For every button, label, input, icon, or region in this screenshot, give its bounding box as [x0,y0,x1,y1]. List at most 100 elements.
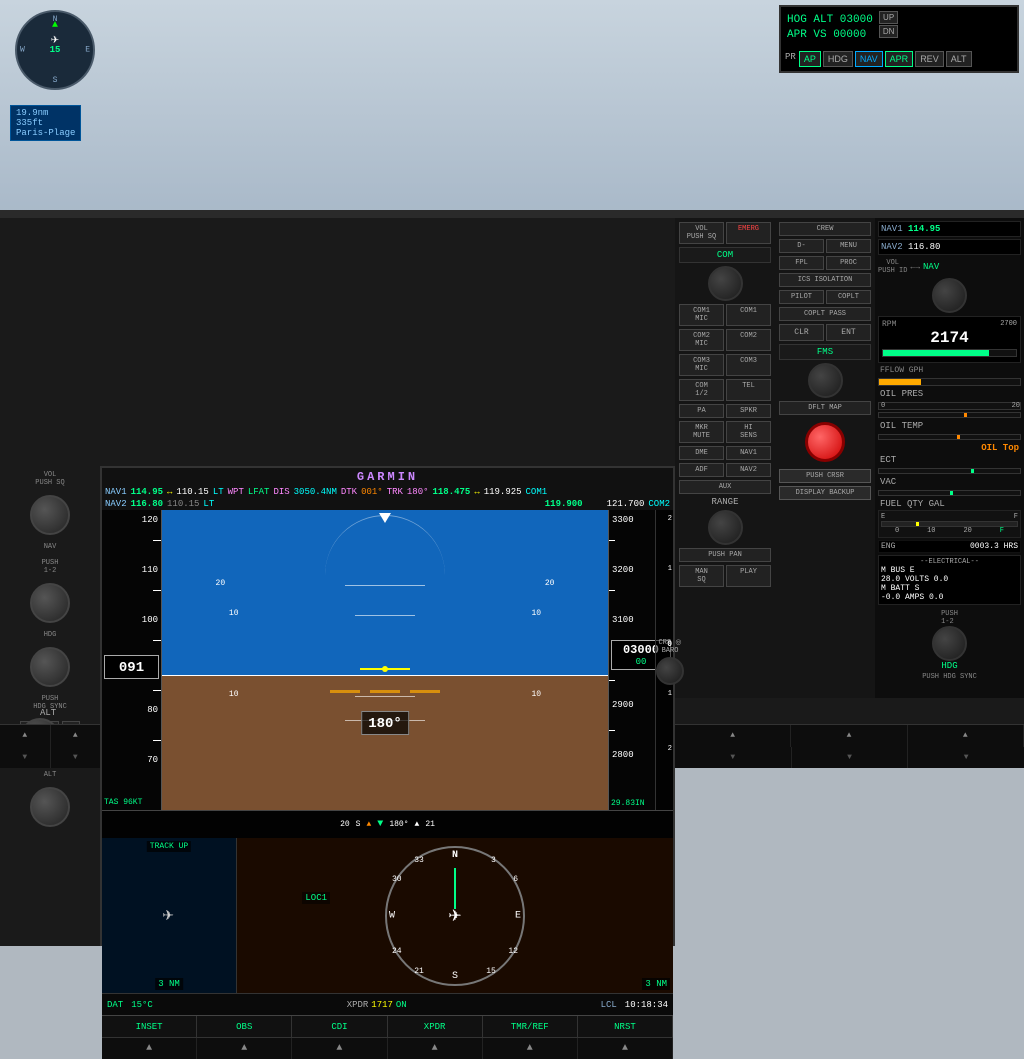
bl-softkey2[interactable]: ▲ [51,725,101,747]
rpm-bar-fill [883,350,989,356]
arrow-btn-4[interactable]: ▲ [388,1038,483,1059]
ect-row: ECT [878,454,1021,466]
compass-plane-icon: ✈ [51,35,59,47]
br-arrow3[interactable]: ▼ [908,747,1024,769]
dme-btn[interactable]: DME [679,446,724,460]
right-hdg-knob[interactable] [932,626,967,661]
horizon-line [162,675,608,676]
spkr-btn[interactable]: SPKR [726,404,771,418]
bl-arrow1[interactable]: ▼ [0,747,51,769]
vac-row: VAC [878,476,1021,488]
dflt-map-btn[interactable]: DFLT MAP [779,401,871,415]
clr-btn[interactable]: CLR [779,324,824,341]
br-arrow2[interactable]: ▼ [792,747,909,769]
speed-tape: 120 110 100 091 80 70 TAS 96KT [102,510,162,810]
arrow-btn-3[interactable]: ▲ [292,1038,387,1059]
speed-current-val: 091 [119,660,144,676]
left-hdg-knob[interactable] [30,647,70,687]
range-knob[interactable] [708,510,743,545]
com3-mic-btn[interactable]: COM3MIC [679,354,724,376]
ap-up-button[interactable]: UP [879,11,899,24]
com1-mic-btn[interactable]: COM1MIC [679,304,724,326]
hi-sens-btn[interactable]: HISENS [726,421,771,443]
br-softkey1[interactable]: ▲ [675,725,791,747]
com-vol-knob[interactable] [708,266,743,301]
menu-btn[interactable]: MENU [826,239,871,253]
com3-btn[interactable]: COM3 [726,354,771,376]
softkey-cdi[interactable]: CDI [292,1016,387,1037]
ap-dn-button[interactable]: DN [879,25,899,38]
m-bus-num: 28.0 VOLTS 0.0 [881,575,1018,584]
speed-tick3 [153,640,161,641]
left-nav-knob[interactable] [30,583,70,623]
com1-btn[interactable]: COM1 [726,304,771,326]
play-btn[interactable]: PLAY [726,565,771,587]
fpl-btn[interactable]: FPL [779,256,824,270]
softkey-obs[interactable]: OBS [197,1016,292,1037]
com2-mic-btn[interactable]: COM2MIC [679,329,724,351]
left-alt-knob[interactable] [30,787,70,827]
mkr-mute-btn[interactable]: MKRMUTE [679,421,724,443]
softkey-xpdr[interactable]: XPDR [388,1016,483,1037]
nav2-btn-cc[interactable]: NAV2 [726,463,771,477]
bl-arrow2[interactable]: ▼ [51,747,101,769]
nav1-arrow: ↔ [167,487,172,497]
wpt-label: WPT [228,487,244,497]
red-emergency-button[interactable] [805,422,845,462]
nav1-lt: LT [213,487,224,497]
rpm-val: 2174 [882,329,1017,347]
ap-btn-apr[interactable]: APR [885,51,914,67]
arrow-btn-5[interactable]: ▲ [483,1038,578,1059]
wpt-val: LFAT [248,487,270,497]
d-btn[interactable]: D- [779,239,824,253]
rpm-header: RPM 2700 [882,320,1017,329]
crew-label: CREW [779,222,871,236]
aux-btn[interactable]: AUX [679,480,771,494]
ap-btn-hdg[interactable]: HDG [823,51,853,67]
crs-knob[interactable] [656,657,684,685]
right-vol-knob[interactable] [932,278,967,313]
ent-btn[interactable]: ENT [826,324,871,341]
br-arrow1[interactable]: ▼ [675,747,792,769]
arrow-btn-2[interactable]: ▲ [197,1038,292,1059]
ap-btn-rev[interactable]: REV [915,51,944,67]
right-vol-nav-row: VOLPUSH ID ←→ NAV [878,259,1021,275]
man-sq-btn[interactable]: MANSQ [679,565,724,587]
arrow-btn-1[interactable]: ▲ [102,1038,197,1059]
arrow-btn-6[interactable]: ▲ [578,1038,673,1059]
pa-btn[interactable]: PA [679,404,724,418]
vs-2up: 2 [668,515,672,523]
hdg-tick-l2: 20 [340,820,350,829]
softkey-inset[interactable]: INSET [102,1016,197,1037]
fuel-f-label: F [1014,513,1018,521]
right-vol-label: VOLPUSH ID [878,259,907,275]
electrical-box: --ELECTRICAL-- M BUS E 28.0 VOLTS 0.0 M … [878,555,1021,605]
proc-btn[interactable]: PROC [826,256,871,270]
ap-btn-nav[interactable]: NAV [855,51,883,67]
com2-btn[interactable]: COM2 [726,329,771,351]
coplt-label: COPLT [826,290,871,304]
pitch-line-20up [345,585,425,586]
pitch-num-20l: 20 [216,579,226,588]
com-12-btn[interactable]: COM1/2 [679,379,724,401]
bl-softkey1[interactable]: ▲ [0,725,51,747]
push-pan-btn[interactable]: PUSH PAN [679,548,771,562]
ap-btn-ap[interactable]: AP [799,51,821,67]
softkey-nrst[interactable]: NRST [578,1016,673,1037]
display-backup-btn[interactable]: DISPLAY BACKUP [779,486,871,500]
br-softkey2[interactable]: ▲ [791,725,907,747]
ap-btn-alt[interactable]: ALT [946,51,972,67]
speed-100: 100 [142,615,158,625]
adf-btn[interactable]: ADF [679,463,724,477]
eng-label: ENG [881,542,895,551]
heading-val: 180° [368,716,402,732]
alt-3200: 3200 [612,565,634,575]
br-softkey3[interactable]: ▲ [908,725,1024,747]
fms-knob-outer[interactable] [808,363,843,398]
left-vol-knob[interactable] [30,495,70,535]
center-controls-panel: VOLPUSH SQ EMERG COM COM1MIC COM1 COM2MI… [675,218,775,698]
nav1-btn-cc[interactable]: NAV1 [726,446,771,460]
push-crsr-btn[interactable]: PUSH CRSR [779,469,871,483]
softkey-tmrref[interactable]: TMR/REF [483,1016,578,1037]
tel-btn[interactable]: TEL [726,379,771,401]
